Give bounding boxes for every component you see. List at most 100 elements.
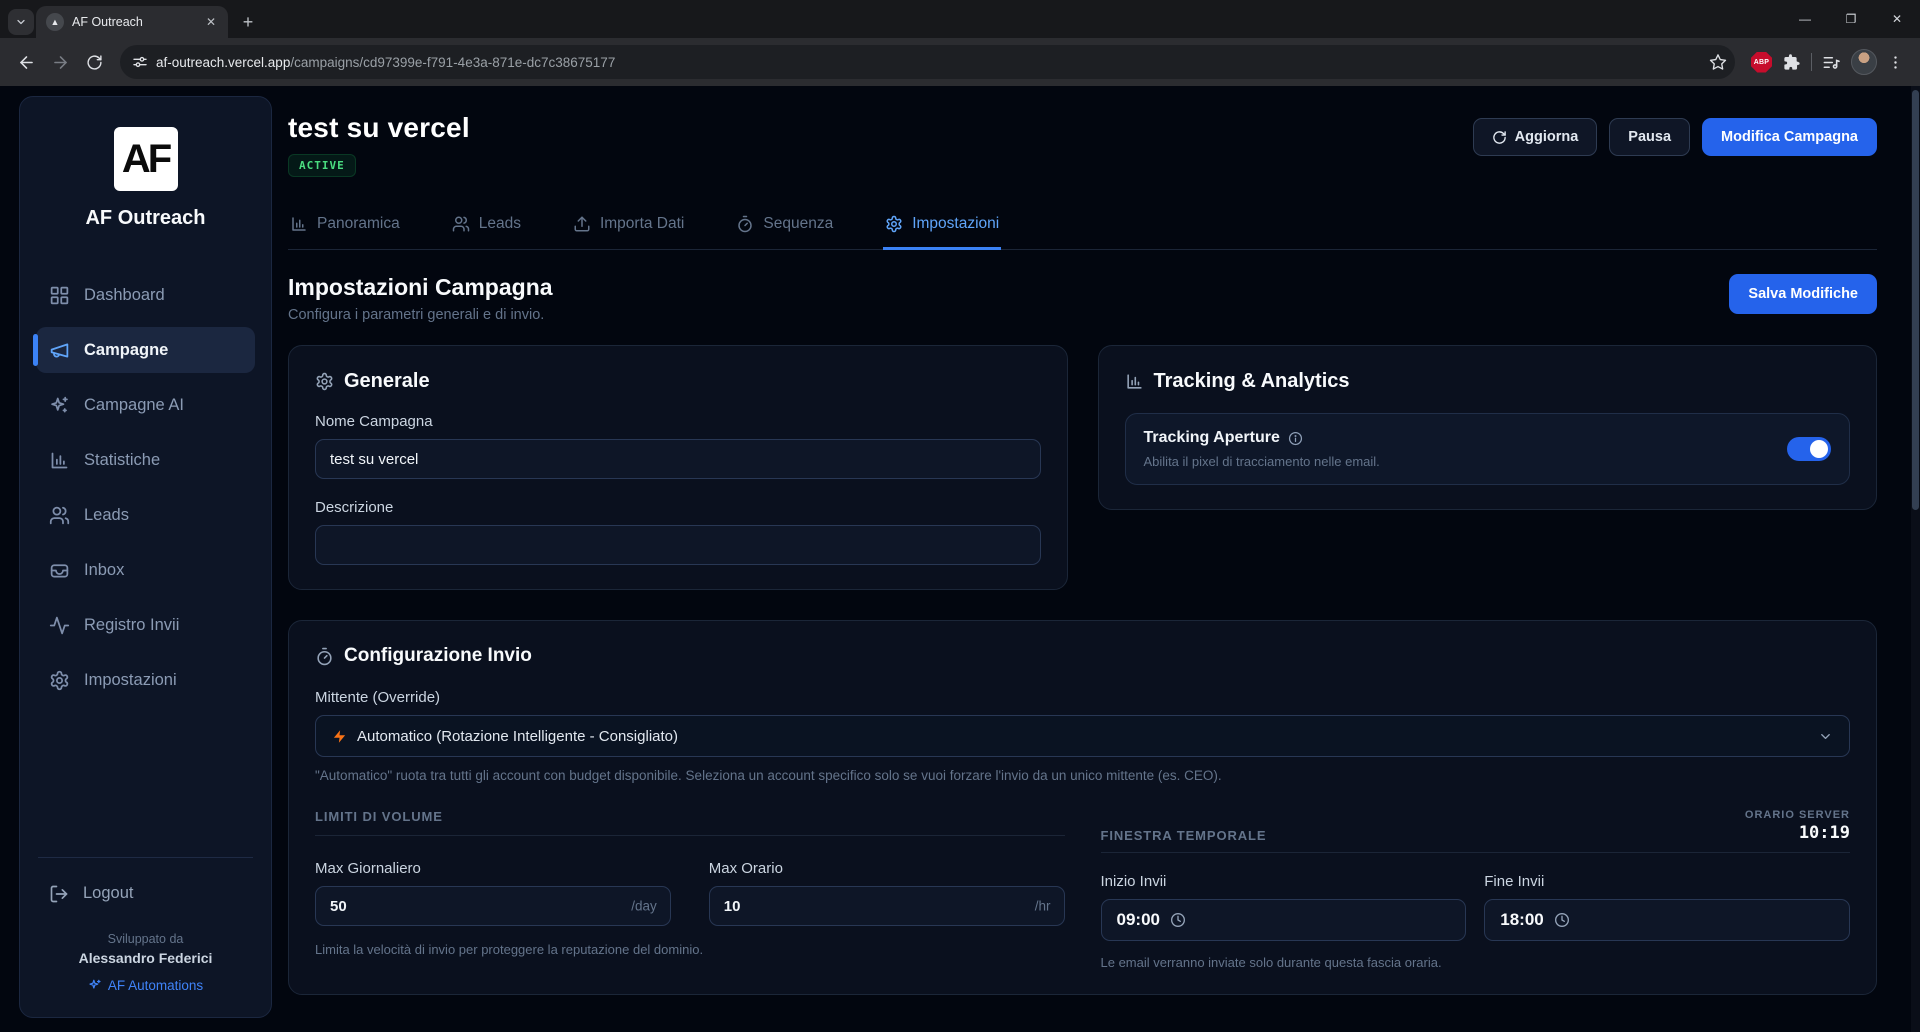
end-time-input[interactable]: 18:00 [1484, 899, 1850, 941]
page-scrollbar[interactable] [1911, 86, 1920, 1032]
sidebar-item-dashboard[interactable]: Dashboard [36, 272, 255, 318]
refresh-button[interactable]: Aggiorna [1472, 118, 1598, 156]
window-maximize-button[interactable]: ❐ [1828, 0, 1874, 38]
zap-icon [333, 729, 346, 743]
tab-label: Leads [478, 215, 521, 232]
edit-campaign-button[interactable]: Modifica Campagna [1702, 118, 1877, 156]
refresh-icon [1492, 130, 1506, 144]
sidebar-item-label: Dashboard [84, 285, 165, 304]
back-button[interactable] [10, 46, 42, 78]
header-actions: Aggiorna Pausa Modifica Campagna [1472, 118, 1877, 156]
activity-icon [49, 615, 70, 636]
save-changes-label: Salva Modifiche [1748, 286, 1858, 302]
campaign-header: test su vercel ACTIVE Aggiorna Pausa Mod… [288, 112, 1877, 177]
tracking-toggle-label-row: Tracking Aperture [1144, 429, 1380, 447]
profile-avatar[interactable] [1851, 49, 1877, 75]
sender-selected-value: Automatico (Rotazione Intelligente - Con… [357, 727, 678, 745]
analytics-chart-icon [1125, 372, 1144, 391]
pause-label: Pausa [1628, 129, 1672, 145]
browser-toolbar: af-outreach.vercel.app/campaigns/cd97399… [0, 38, 1920, 86]
sidebar-nav: Dashboard Campagne Campagne AI Statistic… [33, 272, 255, 703]
browser-tab[interactable]: ▲ AF Outreach ✕ [36, 6, 228, 38]
sender-select[interactable]: Automatico (Rotazione Intelligente - Con… [315, 715, 1850, 757]
sidebar-footer: Sviluppato da Alessandro Federici AF Aut… [36, 932, 255, 998]
max-hourly-label: Max Orario [708, 860, 783, 877]
logout-button[interactable]: Logout [36, 872, 255, 916]
sidebar-item-campagne-ai[interactable]: Campagne AI [36, 382, 255, 428]
tab-close-icon[interactable]: ✕ [202, 13, 220, 31]
server-time-block: ORARIO SERVER 10:19 [1745, 809, 1850, 843]
sidebar-item-impostazioni[interactable]: Impostazioni [36, 657, 255, 703]
scrollbar-thumb[interactable] [1912, 90, 1919, 510]
campaign-name-label: Nome Campagna [315, 413, 433, 430]
sidebar-divider [38, 856, 253, 858]
tab-label: Impostazioni [912, 215, 1000, 232]
url-path: /campaigns/cd97399e-f791-4e3a-871e-dc7c3… [290, 54, 616, 70]
sidebar-item-inbox[interactable]: Inbox [36, 547, 255, 593]
sidebar-item-label: Registro Invii [84, 615, 180, 634]
app-shell: AF AF Outreach Dashboard Campagne Campag… [0, 86, 1920, 1032]
general-card-title: Generale [344, 370, 430, 392]
reload-button[interactable] [78, 46, 110, 78]
sidebar: AF AF Outreach Dashboard Campagne Campag… [19, 96, 272, 1018]
volume-heading-row: LIMITI DI VOLUME [315, 809, 1065, 836]
app-name: AF Outreach [85, 207, 206, 229]
clock-icon [1554, 912, 1570, 928]
url-host: af-outreach.vercel.app [156, 54, 291, 70]
tracking-setting-row: Tracking Aperture Abilita il pixel di tr… [1124, 413, 1850, 485]
author-name: Alessandro Federici [78, 949, 213, 966]
logout-icon [49, 884, 69, 904]
browser-tabstrip: ▲ AF Outreach ✕ + — ❐ ✕ [0, 0, 1920, 38]
browser-menu-kebab-icon[interactable] [1887, 54, 1904, 71]
url-text[interactable]: af-outreach.vercel.app/campaigns/cd97399… [156, 55, 1701, 70]
tab-importa-dati[interactable]: Importa Dati [571, 207, 686, 250]
new-tab-button[interactable]: + [234, 8, 262, 36]
campaign-name-input[interactable] [315, 439, 1041, 479]
max-hourly-input[interactable] [708, 886, 1065, 926]
pause-button[interactable]: Pausa [1609, 118, 1691, 156]
sidebar-item-label: Statistiche [84, 450, 161, 469]
sidebar-item-campagne[interactable]: Campagne [33, 327, 255, 373]
extensions-puzzle-icon[interactable] [1782, 53, 1801, 72]
bookmark-star-icon[interactable] [1709, 53, 1727, 71]
tab-sequenza[interactable]: Sequenza [734, 207, 835, 250]
max-hourly-unit: /hr [1034, 898, 1051, 914]
max-daily-input[interactable] [315, 886, 671, 926]
tab-leads[interactable]: Leads [450, 207, 523, 250]
sidebar-item-registro-invii[interactable]: Registro Invii [36, 602, 255, 648]
sending-card-title-row: Configurazione Invio [315, 645, 1850, 667]
window-heading: FINESTRA TEMPORALE [1100, 828, 1267, 843]
tracking-toggle-help: Abilita il pixel di tracciamento nelle e… [1143, 454, 1380, 469]
end-time-value: 18:00 [1500, 910, 1544, 929]
reload-icon [86, 54, 102, 70]
media-playlist-icon[interactable] [1822, 53, 1841, 72]
sidebar-item-statistiche[interactable]: Statistiche [36, 437, 255, 483]
app-logo: AF [113, 127, 178, 191]
general-card: Generale Nome Campagna Descrizione [288, 345, 1068, 590]
settings-header: Impostazioni Campagna Configura i parame… [288, 274, 1877, 323]
description-input[interactable] [315, 525, 1041, 565]
settings-cards: Generale Nome Campagna Descrizione Track… [288, 345, 1877, 590]
sending-config-card: Configurazione Invio Mittente (Override)… [288, 620, 1877, 995]
window-minimize-button[interactable]: — [1782, 0, 1828, 38]
url-bar[interactable]: af-outreach.vercel.app/campaigns/cd97399… [120, 45, 1735, 79]
sending-config-columns: LIMITI DI VOLUME Max Giornaliero /day Ma… [315, 809, 1850, 970]
tab-panoramica[interactable]: Panoramica [288, 207, 402, 250]
sidebar-item-leads[interactable]: Leads [36, 492, 255, 538]
adblock-extension-icon[interactable]: ABP [1751, 51, 1772, 73]
window-close-button[interactable]: ✕ [1874, 0, 1920, 38]
toggle-knob [1810, 440, 1828, 458]
start-time-input[interactable]: 09:00 [1100, 899, 1467, 941]
site-info-icon[interactable] [132, 54, 148, 70]
tracking-toggle[interactable] [1787, 437, 1831, 461]
forward-button[interactable] [44, 46, 76, 78]
tab-search-button[interactable] [8, 9, 34, 35]
tab-impostazioni[interactable]: Impostazioni [883, 207, 1002, 250]
brand-link[interactable]: AF Automations [88, 978, 203, 993]
tab-label: Sequenza [763, 215, 834, 232]
bar-chart-icon [49, 450, 70, 471]
tab-label: Panoramica [317, 215, 400, 232]
save-changes-button[interactable]: Salva Modifiche [1729, 274, 1877, 314]
info-icon[interactable] [1288, 431, 1303, 446]
developed-by-text: Sviluppato da [107, 931, 184, 946]
